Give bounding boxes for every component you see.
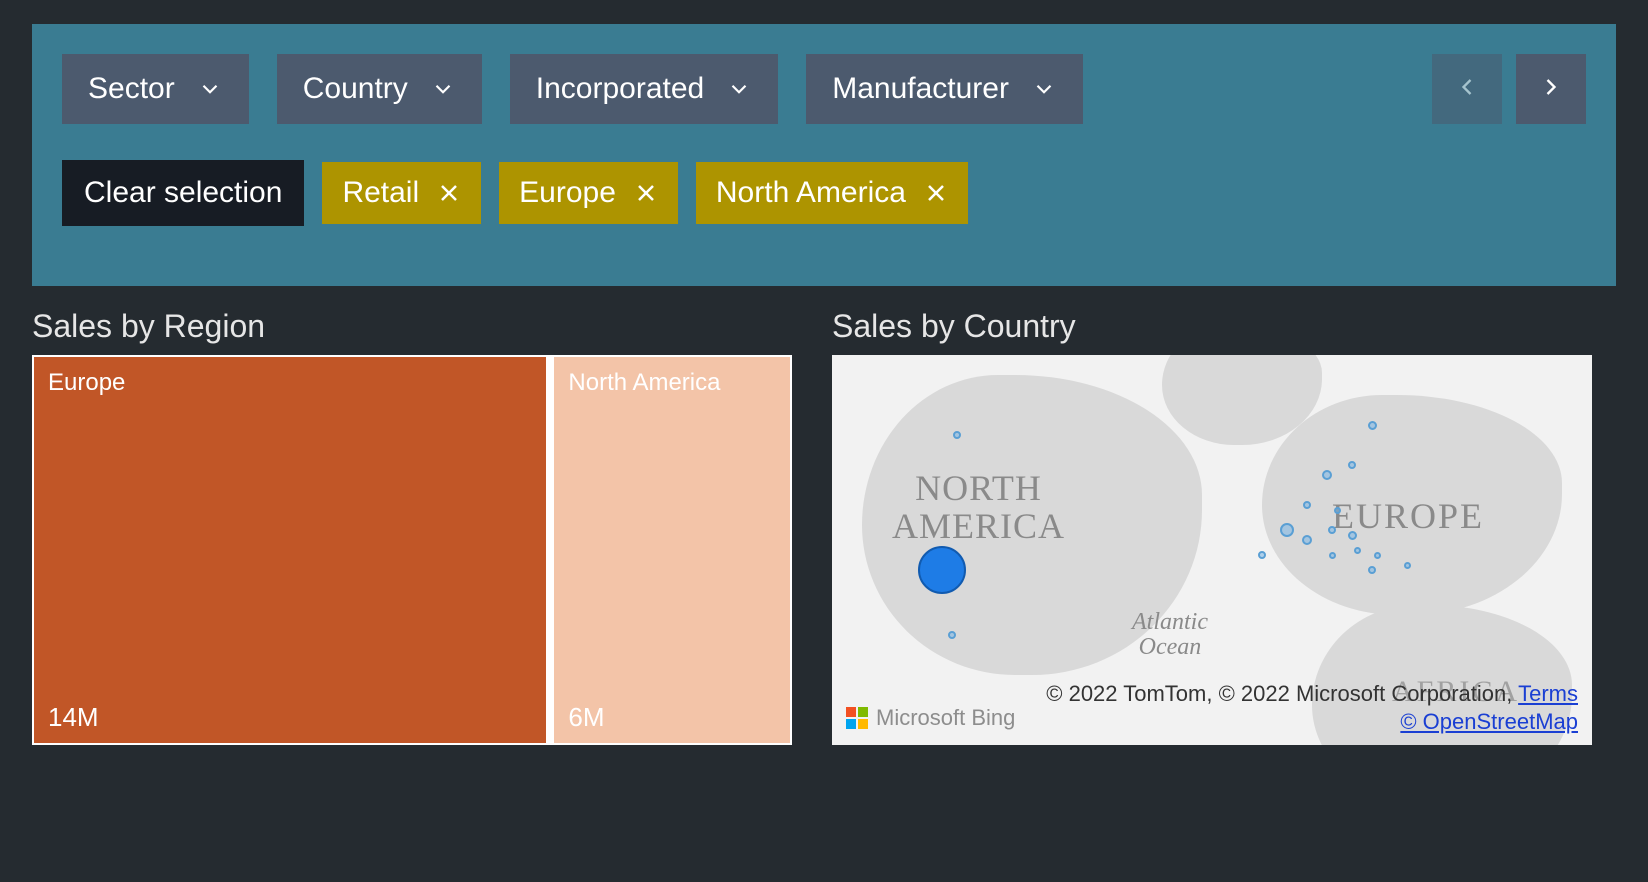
filter-chip-north-america[interactable]: North America <box>696 162 968 224</box>
attribution-text: © 2022 TomTom, © 2022 Microsoft Corporat… <box>1046 681 1518 706</box>
prev-button <box>1432 54 1502 124</box>
map-bubble[interactable] <box>1368 421 1377 430</box>
treemap-cell-europe[interactable]: Europe 14M <box>32 355 548 745</box>
filter-chip-europe[interactable]: Europe <box>499 162 678 224</box>
map-bubble[interactable] <box>1404 562 1411 569</box>
map-bubble[interactable] <box>1368 566 1376 574</box>
map-bubble[interactable] <box>953 431 961 439</box>
bing-attribution: Microsoft Bing <box>846 705 1015 731</box>
treemap-title: Sales by Region <box>32 308 792 345</box>
close-icon[interactable] <box>437 181 461 205</box>
close-icon[interactable] <box>634 181 658 205</box>
map-bubble[interactable] <box>1328 526 1336 534</box>
dropdown-label: Sector <box>88 72 175 106</box>
treemap-cell-name: North America <box>568 369 776 397</box>
filter-bar: Sector Country Incorporated Manufacturer <box>32 24 1616 286</box>
filter-chip-row: Clear selection Retail Europe North Amer… <box>62 160 1586 226</box>
map-label-na: NORTH AMERICA <box>892 470 1065 546</box>
osm-link[interactable]: © OpenStreetMap <box>1400 709 1578 734</box>
filter-chip-retail[interactable]: Retail <box>322 162 481 224</box>
treemap-body[interactable]: Europe 14M North America 6M <box>32 355 792 745</box>
map-label-atlantic: Atlantic Ocean <box>1132 610 1208 660</box>
visuals-row: Sales by Region Europe 14M North America… <box>32 308 1616 745</box>
chevron-down-icon <box>726 76 752 102</box>
treemap-cell-name: Europe <box>48 369 532 397</box>
map-bubble[interactable] <box>1348 531 1357 540</box>
chip-label: North America <box>716 176 906 210</box>
chevron-down-icon <box>197 76 223 102</box>
close-icon[interactable] <box>924 181 948 205</box>
chip-label: Retail <box>342 176 419 210</box>
treemap-visual: Sales by Region Europe 14M North America… <box>32 308 792 745</box>
map-bubble[interactable] <box>1334 507 1341 514</box>
chip-label: Europe <box>519 176 616 210</box>
next-button[interactable] <box>1516 54 1586 124</box>
map-visual: Sales by Country NORTH AMERICA EUROPE At… <box>832 308 1592 745</box>
chevron-down-icon <box>1031 76 1057 102</box>
map-attribution: © 2022 TomTom, © 2022 Microsoft Corporat… <box>1046 680 1578 735</box>
treemap-cell-value: 6M <box>568 702 604 733</box>
dropdown-incorporated[interactable]: Incorporated <box>510 54 778 124</box>
map-bubble[interactable] <box>1354 547 1361 554</box>
microsoft-logo-icon <box>846 707 868 729</box>
dropdown-label: Incorporated <box>536 72 704 106</box>
dropdown-country[interactable]: Country <box>277 54 482 124</box>
bing-label: Microsoft Bing <box>876 705 1015 731</box>
chevron-right-icon <box>1537 73 1565 106</box>
dropdown-sector[interactable]: Sector <box>62 54 249 124</box>
map-bubble[interactable] <box>1374 552 1381 559</box>
dropdown-manufacturer[interactable]: Manufacturer <box>806 54 1083 124</box>
map-bubble[interactable] <box>918 546 966 594</box>
map-bubble[interactable] <box>948 631 956 639</box>
map-bubble[interactable] <box>1258 551 1266 559</box>
treemap-cell-north-america[interactable]: North America 6M <box>552 355 792 745</box>
chevron-left-icon <box>1453 73 1481 106</box>
terms-link[interactable]: Terms <box>1518 681 1578 706</box>
filter-nav-arrows <box>1432 54 1586 124</box>
filter-dropdown-row: Sector Country Incorporated Manufacturer <box>62 54 1586 124</box>
dropdown-label: Manufacturer <box>832 72 1009 106</box>
map-title: Sales by Country <box>832 308 1592 345</box>
map-bubble[interactable] <box>1303 501 1311 509</box>
map-bubble[interactable] <box>1348 461 1356 469</box>
map-body[interactable]: NORTH AMERICA EUROPE Atlantic Ocean AFRI… <box>832 355 1592 745</box>
map-bubble[interactable] <box>1329 552 1336 559</box>
clear-selection-button[interactable]: Clear selection <box>62 160 304 226</box>
dropdown-label: Country <box>303 72 408 106</box>
map-bubble[interactable] <box>1302 535 1312 545</box>
map-bubble[interactable] <box>1322 470 1332 480</box>
chevron-down-icon <box>430 76 456 102</box>
map-bubble[interactable] <box>1280 523 1294 537</box>
treemap-cell-value: 14M <box>48 702 99 733</box>
